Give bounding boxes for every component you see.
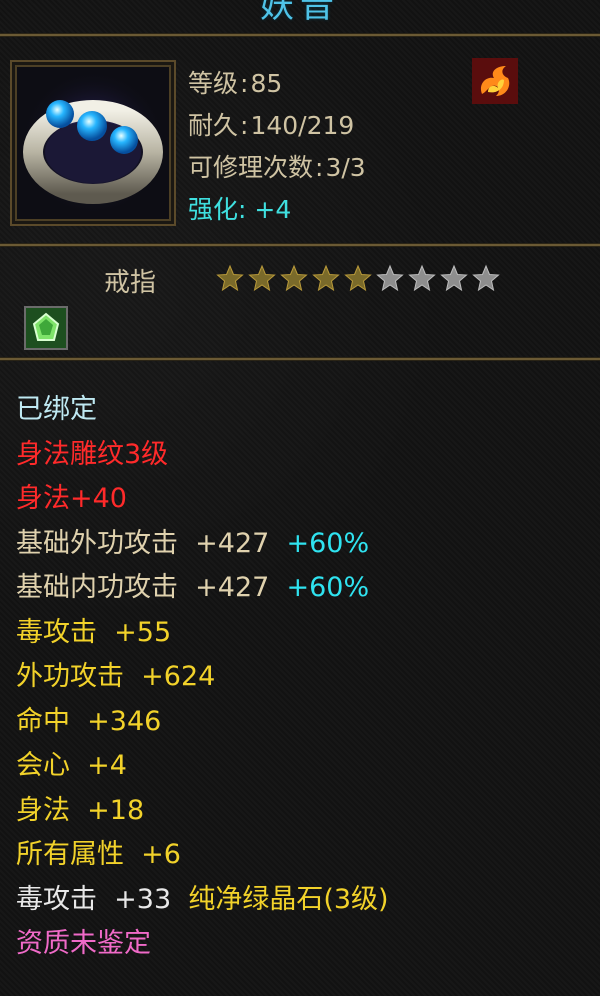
durability-value: 140/219 [250, 111, 355, 140]
attribute-name: 已绑定 [16, 394, 97, 425]
attribute-list: 已绑定 身法雕纹3级 身法+40 基础外功攻击 +427 +60% 基础内功攻击 +42… [16, 388, 586, 967]
item-tooltip-panel: 妖音 等级:85 耐久:140/219 可修理次数:3/3 强化: +4 戒指 … [0, 0, 600, 996]
attribute-name: 基础外功攻击 [16, 527, 178, 559]
attribute-row: 身法 +18 [16, 789, 586, 834]
attribute-value: +624 [124, 661, 216, 692]
star-filled-icon [248, 264, 276, 292]
attribute-row: 毒攻击 +33 纯净绿晶石(3级) [16, 878, 586, 923]
attribute-name: 所有属性 [16, 839, 124, 870]
attribute-name: 命中 [16, 705, 70, 737]
attribute-value: +4 [70, 750, 127, 781]
attribute-name: 基础内功攻击 [16, 572, 178, 603]
durability-stat: 耐久:140/219 [188, 111, 355, 140]
gem-socket[interactable] [24, 306, 68, 350]
attribute-value: +346 [70, 705, 162, 737]
refine-label: 强化: [188, 195, 247, 224]
attribute-name: 外功攻击 [16, 661, 124, 692]
attribute-name: 身法+40 [16, 483, 127, 514]
ring-with-blue-gems-icon [20, 70, 166, 216]
attribute-row: 身法+40 [16, 477, 586, 522]
attribute-row: 已绑定 [16, 388, 586, 433]
attribute-value: +427 [178, 527, 270, 559]
attribute-row: 基础内功攻击 +427 +60% [16, 566, 586, 611]
attribute-name: 毒攻击 [16, 616, 97, 648]
attribute-name: 会心 [16, 750, 70, 781]
item-type-label: 戒指 [104, 268, 157, 298]
item-name: 妖音 [260, 0, 340, 26]
attribute-row: 身法雕纹3级 [16, 433, 586, 478]
star-empty-icon [376, 264, 404, 292]
attribute-value: +60% [269, 527, 370, 559]
refine-value: +4 [254, 195, 292, 224]
attribute-row: 命中 +346 [16, 700, 586, 745]
divider [0, 34, 600, 36]
star-filled-icon [312, 264, 340, 292]
attribute-value: 纯净绿晶石(3级) [171, 883, 389, 915]
repair-label: 可修理次数 [188, 153, 314, 182]
attribute-value: +18 [70, 794, 145, 826]
divider [0, 244, 600, 246]
green-gem-icon [26, 308, 66, 348]
level-label: 等级 [188, 69, 239, 98]
star-filled-icon [216, 264, 244, 292]
repair-count-stat: 可修理次数:3/3 [188, 153, 366, 182]
level-value: 85 [250, 69, 283, 98]
attribute-row: 基础外功攻击 +427 +60% [16, 522, 586, 567]
attribute-name: 毒攻击 [16, 883, 97, 915]
star-filled-icon [280, 264, 308, 292]
star-empty-icon [440, 264, 468, 292]
durability-label: 耐久 [188, 111, 239, 140]
attribute-row: 毒攻击 +55 [16, 611, 586, 656]
attribute-name: 身法雕纹3级 [16, 438, 169, 470]
level-stat: 等级:85 [188, 69, 283, 98]
star-empty-icon [472, 264, 500, 292]
attribute-value: +55 [97, 616, 172, 648]
attribute-row: 会心 +4 [16, 744, 586, 789]
attribute-name: 资质未鉴定 [16, 928, 151, 959]
attribute-value: +6 [124, 839, 181, 870]
refine-stat: 强化: +4 [188, 190, 291, 226]
star-rating [216, 264, 500, 292]
repair-value: 3/3 [325, 153, 366, 182]
attribute-name: 身法 [16, 794, 70, 826]
star-empty-icon [408, 264, 436, 292]
divider [0, 358, 600, 360]
fire-element-icon [472, 58, 518, 104]
item-icon-frame [10, 60, 176, 226]
attribute-value: +427 [178, 572, 270, 603]
attribute-row: 所有属性 +6 [16, 833, 586, 878]
attribute-row: 外功攻击 +624 [16, 655, 586, 700]
attribute-value: +60% [269, 572, 370, 603]
star-filled-icon [344, 264, 372, 292]
attribute-value: +33 [97, 883, 172, 915]
attribute-row: 资质未鉴定 [16, 922, 586, 967]
